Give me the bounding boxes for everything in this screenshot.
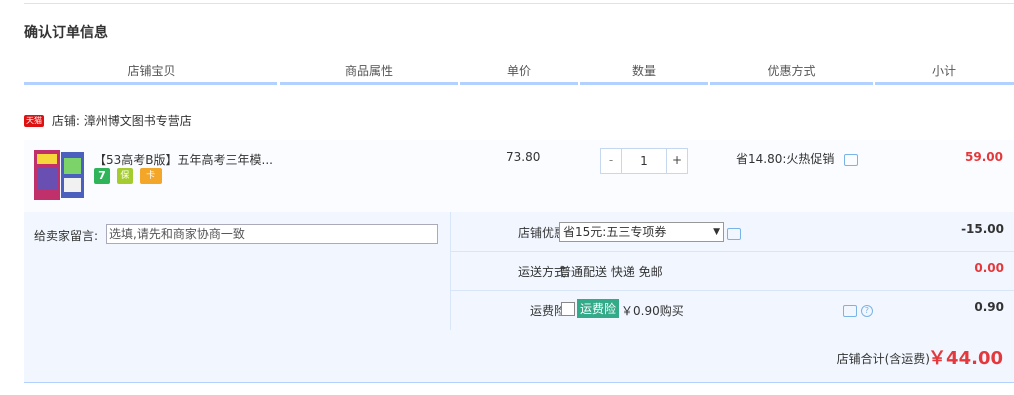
seven-day-return-icon[interactable]: 7 bbox=[94, 168, 110, 184]
col-header-attributes: 商品属性 bbox=[344, 64, 393, 78]
seller-message-input[interactable]: 选填,请先和商家协商一致 bbox=[106, 224, 438, 244]
header-bar bbox=[460, 82, 578, 85]
header-bar bbox=[875, 82, 1014, 85]
dropdown-arrow-icon: ▼ bbox=[713, 227, 720, 237]
col-header-quantity: 数量 bbox=[631, 64, 656, 78]
options-panel: 店铺优惠: 省15元:五三专项券 ▼ -15.00 运送方式: 普通配送 快递 … bbox=[450, 212, 1014, 330]
quantity-increase-button[interactable]: + bbox=[666, 149, 687, 173]
help-icon[interactable]: ? bbox=[860, 304, 873, 317]
credit-card-icon[interactable]: 卡 bbox=[139, 168, 162, 184]
insurance-icons: ? bbox=[843, 303, 873, 317]
header-bar bbox=[280, 82, 458, 85]
cart-item-row: 【53高考B版】五年高考三年模... 7 保 卡 73.80 - 1 + 省14… bbox=[24, 140, 1014, 212]
header-bar bbox=[580, 82, 708, 85]
product-thumbnail[interactable] bbox=[34, 150, 84, 200]
shop-total-label: 店铺合计(含运费) bbox=[836, 352, 930, 366]
shop-discount-select[interactable]: 省15元:五三专项券 ▼ bbox=[559, 222, 724, 242]
col-header-item: 店铺宝贝 bbox=[127, 64, 176, 78]
quantity-decrease-button[interactable]: - bbox=[601, 149, 622, 173]
col-header-price: 单价 bbox=[506, 64, 531, 78]
col-header-promotion: 优惠方式 bbox=[767, 64, 816, 78]
insurance-amount: 0.90 bbox=[974, 300, 1004, 314]
shop-discount-amount: -15.00 bbox=[961, 222, 1004, 236]
page-title: 确认订单信息 bbox=[24, 25, 108, 41]
chat-bubble-icon[interactable] bbox=[844, 153, 859, 166]
shipping-amount: 0.00 bbox=[974, 261, 1004, 275]
shop-discount-selected: 省15元:五三专项券 bbox=[563, 225, 667, 239]
chat-bubble-icon[interactable] bbox=[727, 228, 741, 240]
shipping-row: 运送方式: 普通配送 快递 免邮 0.00 bbox=[451, 251, 1014, 291]
promotion-text: 省14.80:火热促销 bbox=[736, 152, 835, 166]
shop-total-row: 店铺合计(含运费) ￥44.00 bbox=[24, 330, 1014, 382]
order-options: 给卖家留言: 选填,请先和商家协商一致 店铺优惠: 省15元:五三专项券 ▼ -… bbox=[24, 212, 1014, 383]
chat-bubble-icon[interactable] bbox=[843, 304, 857, 317]
tmall-badge-icon: 天猫 bbox=[24, 114, 44, 127]
shop-row: 天猫 店铺: 漳州博文图书专营店 bbox=[24, 112, 192, 128]
shop-label: 店铺: bbox=[51, 114, 80, 128]
header-bar bbox=[24, 82, 277, 85]
guarantee-icon[interactable]: 保 bbox=[116, 168, 133, 184]
insurance-tag: 运费险 bbox=[577, 299, 620, 318]
shop-discount-row: 店铺优惠: 省15元:五三专项券 ▼ -15.00 bbox=[451, 212, 1014, 252]
quantity-input[interactable]: 1 bbox=[622, 149, 666, 173]
promotion-info: 省14.80:火热促销 bbox=[736, 150, 859, 167]
shipping-insurance-row: 运费险: 运费险 ￥0.90购买 ? 0.90 bbox=[451, 290, 1014, 329]
insurance-checkbox[interactable] bbox=[561, 302, 575, 316]
header-bar bbox=[710, 82, 873, 85]
message-label: 给卖家留言: bbox=[34, 229, 99, 243]
table-header: 店铺宝贝 商品属性 单价 数量 优惠方式 小计 bbox=[24, 56, 1014, 85]
item-subtotal: 59.00 bbox=[965, 150, 1003, 164]
insurance-price-text: ￥0.90购买 bbox=[621, 304, 684, 318]
col-header-subtotal: 小计 bbox=[931, 64, 956, 78]
product-title-link[interactable]: 【53高考B版】五年高考三年模... bbox=[94, 151, 294, 168]
top-divider bbox=[24, 0, 1014, 4]
shop-total-amount: ￥44.00 bbox=[928, 348, 1003, 369]
service-badges: 7 保 卡 bbox=[94, 168, 165, 184]
quantity-stepper: - 1 + bbox=[600, 148, 688, 174]
shop-name-link[interactable]: 漳州博文图书专营店 bbox=[84, 114, 192, 128]
unit-price: 73.80 bbox=[506, 150, 541, 164]
shipping-method: 普通配送 快递 免邮 bbox=[559, 265, 663, 279]
